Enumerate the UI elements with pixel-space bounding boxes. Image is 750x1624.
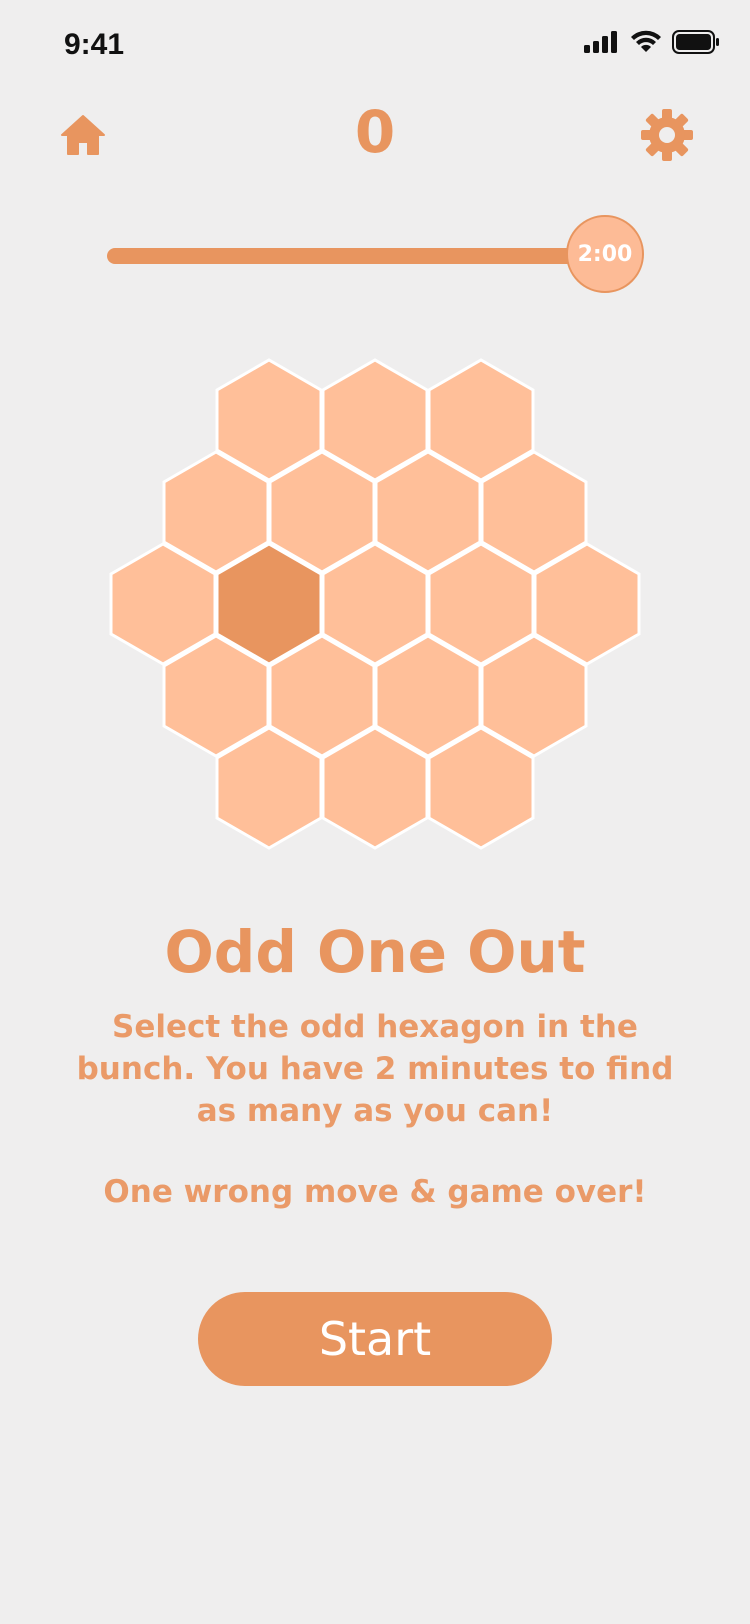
- game-warning: One wrong move & game over!: [103, 1174, 647, 1210]
- game-description: Select the odd hexagon in the bunch. You…: [76, 1009, 674, 1129]
- game-title: Odd One Out: [164, 918, 586, 986]
- hexagon-board: [109, 358, 641, 850]
- start-button[interactable]: Start: [198, 1292, 552, 1386]
